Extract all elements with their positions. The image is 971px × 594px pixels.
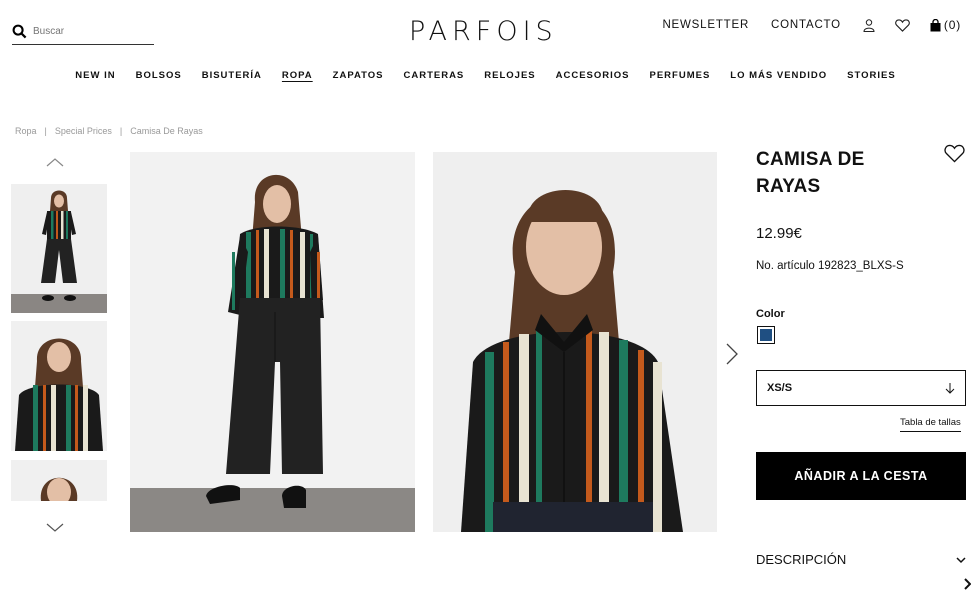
thumbnails-down-arrow-icon[interactable] (45, 521, 65, 535)
cart-button[interactable]: (0) (930, 18, 961, 32)
bag-icon (930, 18, 941, 31)
size-select-value: XS/S (767, 382, 793, 394)
user-icon[interactable] (863, 18, 875, 32)
product-price: 12.99€ (756, 225, 802, 242)
color-label: Color (756, 308, 785, 320)
color-swatch[interactable] (757, 326, 775, 344)
chevron-down-icon (956, 556, 966, 563)
product-title: CAMISA DE RAYAS (756, 149, 865, 197)
add-to-cart-button[interactable]: AÑADIR A LA CESTA (756, 452, 966, 500)
arrow-down-icon (945, 383, 955, 394)
main-nav: NEW IN BOLSOS BISUTERÍA ROPA ZAPATOS CAR… (0, 70, 971, 81)
nav-item-lo-mas-vendido[interactable]: LO MÁS VENDIDO (730, 70, 827, 81)
top-links: NEWSLETTER CONTACTO (0) (662, 18, 961, 32)
color-swatch-fill (760, 329, 772, 341)
search-input[interactable] (33, 25, 143, 37)
breadcrumb: Ropa | Special Prices | Camisa De Rayas (15, 126, 203, 136)
nav-item-perfumes[interactable]: PERFUMES (650, 70, 711, 81)
search-icon[interactable] (12, 24, 27, 39)
product-sku: No. artículo 192823_BLXS-S (756, 260, 904, 272)
next-image-arrow-icon[interactable] (725, 342, 739, 366)
description-label: DESCRIPCIÓN (756, 552, 847, 567)
nav-item-zapatos[interactable]: ZAPATOS (333, 70, 384, 81)
heart-icon[interactable] (895, 18, 910, 32)
thumbnail-full-body[interactable] (11, 184, 107, 313)
breadcrumb-separator: | (119, 126, 123, 136)
contact-link[interactable]: CONTACTO (771, 19, 841, 31)
nav-item-ropa[interactable]: ROPA (282, 70, 313, 81)
nav-item-relojes[interactable]: RELOJES (484, 70, 535, 81)
description-toggle[interactable]: DESCRIPCIÓN (756, 552, 966, 567)
thumbnail-half-body[interactable] (11, 321, 107, 451)
nav-item-bolsos[interactable]: BOLSOS (136, 70, 182, 81)
nav-item-bisuteria[interactable]: BISUTERÍA (202, 70, 262, 81)
breadcrumb-separator: | (44, 126, 47, 136)
product-image-portrait[interactable] (433, 152, 717, 532)
nav-item-accesorios[interactable]: ACCESORIOS (556, 70, 630, 81)
size-guide-link[interactable]: Tabla de tallas (900, 417, 961, 432)
breadcrumb-item-special-prices[interactable]: Special Prices (55, 126, 112, 136)
thumbnails-up-arrow-icon[interactable] (45, 155, 65, 169)
search-box[interactable] (12, 18, 154, 45)
breadcrumb-item-ropa[interactable]: Ropa (15, 126, 37, 136)
nav-item-new-in[interactable]: NEW IN (75, 70, 115, 81)
size-select[interactable]: XS/S (756, 370, 966, 406)
breadcrumb-item-current: Camisa De Rayas (130, 126, 203, 136)
product-image-full-body[interactable] (130, 152, 415, 532)
nav-item-stories[interactable]: STORIES (847, 70, 896, 81)
wishlist-heart-icon[interactable] (944, 144, 965, 163)
nav-item-carteras[interactable]: CARTERAS (403, 70, 464, 81)
cart-count: (0) (943, 18, 961, 32)
chevron-right-icon[interactable] (964, 578, 971, 590)
logo[interactable]: PARFOIS (409, 16, 558, 47)
thumbnail-portrait[interactable] (11, 460, 107, 501)
newsletter-link[interactable]: NEWSLETTER (662, 19, 749, 31)
